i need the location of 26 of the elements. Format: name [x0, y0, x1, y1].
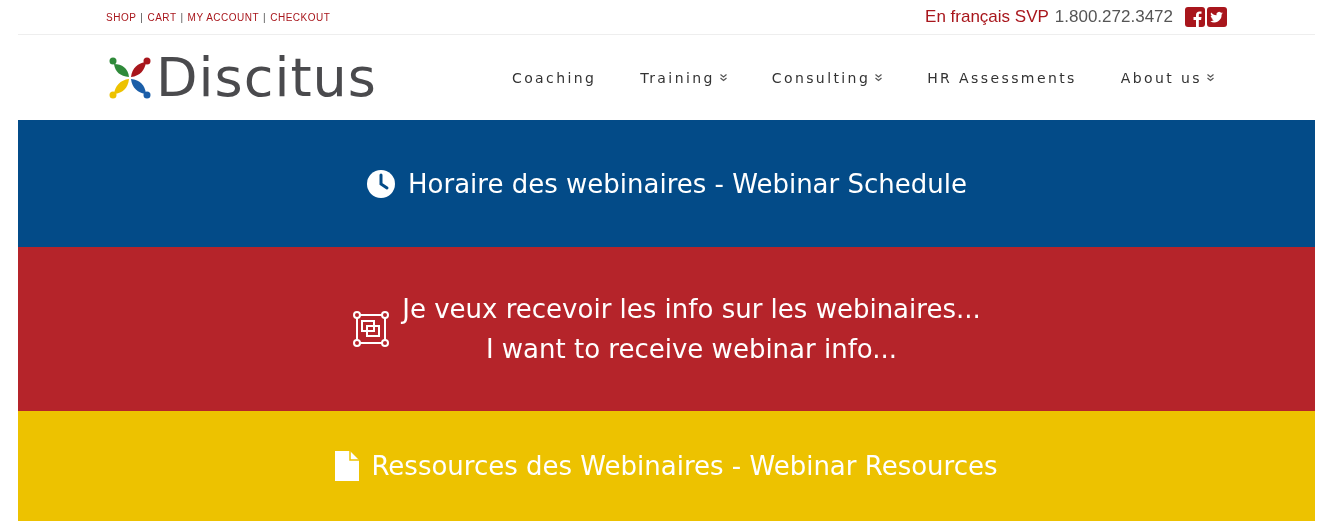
banner-text: Ressources des Webinaires - Webinar Resources	[371, 450, 998, 483]
document-icon	[335, 451, 360, 481]
frame-icon	[352, 310, 391, 348]
logo-icon	[108, 55, 152, 100]
twitter-icon[interactable]	[1207, 7, 1227, 27]
clock-icon	[366, 168, 397, 199]
nav-link[interactable]: Coaching	[511, 69, 597, 86]
separator: |	[180, 11, 184, 23]
webinar-banner[interactable]: Horaire des webinaires - Webinar Schedule	[18, 120, 1315, 247]
facebook-icon[interactable]	[1185, 7, 1205, 27]
phone-number: 1.800.272.3472	[1054, 7, 1173, 27]
nav-link[interactable]: Training	[640, 69, 728, 86]
separator: |	[140, 11, 144, 23]
language-link[interactable]: En français SVP	[925, 7, 1049, 27]
banner-text: Horaire des webinaires - Webinar Schedule	[408, 167, 967, 201]
logo-text: Discitus	[156, 50, 377, 105]
webinar-banner[interactable]: Je veux recevoir les info sur les webinaires... I want to receive webinar info...	[18, 247, 1315, 411]
top-link[interactable]: MY ACCOUNT	[187, 11, 260, 23]
banner-text: Je veux recevoir les info sur les webinaires... I want to receive webinar info...	[402, 293, 981, 366]
nav-link[interactable]: About us	[1120, 69, 1215, 86]
top-link[interactable]: CHECKOUT	[270, 11, 331, 23]
separator: |	[263, 11, 267, 23]
top-link[interactable]: CART	[147, 11, 177, 23]
nav-link[interactable]: Consulting	[771, 69, 884, 86]
nav-link[interactable]: HR Assessments	[927, 69, 1077, 86]
top-link[interactable]: SHOP	[106, 11, 137, 23]
